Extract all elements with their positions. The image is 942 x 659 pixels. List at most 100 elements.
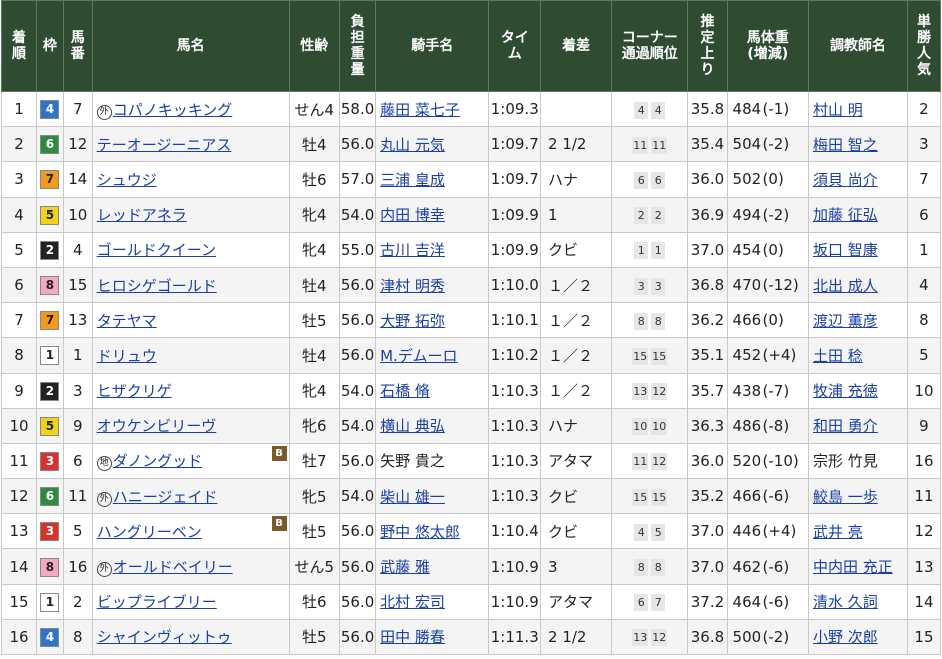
trainer-name-link[interactable]: 中内田 充正 bbox=[813, 558, 893, 576]
waku-badge: 5 bbox=[40, 205, 60, 225]
weight-diff: (-2) bbox=[762, 627, 790, 646]
jockey-name-link[interactable]: 三浦 皇成 bbox=[380, 171, 445, 189]
horse-name-link[interactable]: テーオージーニアス bbox=[97, 136, 232, 154]
trainer-cell: 宗形 竹見 bbox=[807, 442, 908, 480]
margin-cell: クビ bbox=[540, 478, 613, 515]
horse-name-link[interactable]: オールドベイリー bbox=[113, 558, 233, 576]
waku-cell: 1 bbox=[36, 583, 64, 620]
jockey-name-link[interactable]: 横山 典弘 bbox=[380, 417, 445, 435]
weight-diff: (-7) bbox=[762, 381, 790, 400]
header-sexage[interactable]: 性齢 bbox=[288, 0, 341, 92]
horse-name-link[interactable]: ハングリーベン bbox=[97, 523, 202, 541]
header-rank[interactable]: 着順 bbox=[0, 0, 38, 92]
header-last3f[interactable]: 推定上り bbox=[687, 0, 728, 92]
jockey-name-link[interactable]: 藤田 菜七子 bbox=[380, 101, 460, 119]
horse-cell: オウケンビリーヴ bbox=[91, 407, 290, 444]
trainer-name-link[interactable]: 土田 稔 bbox=[813, 347, 863, 365]
header-trainer[interactable]: 調教師名 bbox=[807, 0, 908, 92]
weight-cell: 520(-10) bbox=[726, 442, 809, 480]
header-horse[interactable]: 馬名 bbox=[91, 0, 290, 92]
waku-badge: 6 bbox=[40, 135, 60, 155]
jockey-name-link[interactable]: 石橋 脩 bbox=[380, 382, 430, 400]
last3f-cell: 36.9 bbox=[687, 196, 728, 233]
header-margin[interactable]: 着差 bbox=[540, 0, 613, 92]
horse-name-link[interactable]: ドリュウ bbox=[97, 347, 157, 365]
last3f-cell: 36.8 bbox=[687, 618, 728, 656]
jockey-name-link[interactable]: 古川 吉洋 bbox=[380, 241, 445, 259]
jockey-name-link[interactable]: 北村 宏司 bbox=[380, 593, 445, 611]
header-waku[interactable]: 枠 bbox=[36, 0, 64, 92]
trainer-name-link[interactable]: 鮫島 一歩 bbox=[813, 488, 878, 506]
jockey-name-link[interactable]: 丸山 元気 bbox=[380, 136, 445, 154]
weight-cell: 446(+4) bbox=[726, 513, 809, 550]
trainer-name-link[interactable]: 村山 明 bbox=[813, 101, 863, 119]
popularity-cell: 9 bbox=[906, 407, 942, 444]
jockey-name-link[interactable]: 津村 明秀 bbox=[380, 277, 445, 295]
umaban-cell: 4 bbox=[62, 231, 93, 268]
body-weight: 446 bbox=[732, 522, 762, 541]
corner-position: 8 bbox=[634, 312, 649, 330]
horse-name-link[interactable]: シュウジ bbox=[97, 171, 157, 189]
trainer-name-link[interactable]: 北出 成人 bbox=[813, 277, 878, 295]
jockey-name-link[interactable]: 田中 勝春 bbox=[380, 628, 445, 646]
header-time[interactable]: タイム bbox=[488, 0, 542, 92]
trainer-name-link[interactable]: 渡辺 薫彦 bbox=[813, 312, 878, 330]
trainer-name-link[interactable]: 和田 勇介 bbox=[813, 417, 878, 435]
horse-name-link[interactable]: ヒロシゲゴールド bbox=[97, 277, 217, 295]
margin-cell: クビ bbox=[540, 513, 613, 550]
trainer-name-link[interactable]: 武井 亮 bbox=[813, 523, 863, 541]
last3f-cell: 35.7 bbox=[687, 372, 728, 409]
jockey-name-link[interactable]: 内田 博幸 bbox=[380, 206, 445, 224]
jockey-cell: 三浦 皇成 bbox=[375, 161, 490, 198]
horse-name-link[interactable]: タテヤマ bbox=[97, 312, 157, 330]
horse-name-link[interactable]: ヒザクリゲ bbox=[97, 382, 172, 400]
popularity-cell: 6 bbox=[906, 196, 942, 233]
trainer-name-link[interactable]: 加藤 征弘 bbox=[813, 206, 878, 224]
header-weight[interactable]: 馬体重 (増減) bbox=[726, 0, 809, 92]
trainer-name-link[interactable]: 梅田 智之 bbox=[813, 136, 878, 154]
horse-cell: テーオージーニアス bbox=[91, 126, 290, 163]
jockey-name-link[interactable]: 柴山 雄一 bbox=[380, 488, 445, 506]
waku-cell: 6 bbox=[36, 126, 64, 163]
jockey-cell: M.デムーロ bbox=[375, 337, 490, 374]
load-cell: 56.0 bbox=[339, 583, 377, 620]
jockey-name-link[interactable]: 大野 拓弥 bbox=[380, 312, 445, 330]
waku-badge: 5 bbox=[40, 416, 60, 436]
trainer-name-link[interactable]: 小野 次郎 bbox=[813, 628, 878, 646]
sex-age-cell: 牡6 bbox=[288, 583, 341, 620]
corner-position: 4 bbox=[634, 523, 649, 541]
horse-name-link[interactable]: ゴールドクイーン bbox=[97, 241, 216, 259]
trainer-name-link[interactable]: 清水 久詞 bbox=[813, 593, 878, 611]
horse-name-link[interactable]: オウケンビリーヴ bbox=[97, 417, 217, 435]
horse-name-link[interactable]: コパノキッキング bbox=[113, 101, 233, 119]
jockey-cell: 石橋 脩 bbox=[375, 372, 490, 409]
horse-name-link[interactable]: シャインヴィットゥ bbox=[97, 628, 232, 646]
header-jockey[interactable]: 騎手名 bbox=[375, 0, 490, 92]
header-row: 着順 枠 馬番 馬名 性齢 負担重量 騎手名 タイム 着差 コーナー 通過順位 推… bbox=[0, 0, 942, 92]
trainer-name-link[interactable]: 牧浦 充徳 bbox=[813, 382, 878, 400]
header-umaban[interactable]: 馬番 bbox=[62, 0, 93, 92]
umaban-cell: 5 bbox=[62, 513, 93, 550]
weight-diff: (0) bbox=[762, 240, 784, 259]
horse-cell: 外オールドベイリー bbox=[91, 548, 290, 585]
horse-name-link[interactable]: ビップライブリー bbox=[97, 593, 217, 611]
header-corner[interactable]: コーナー 通過順位 bbox=[611, 0, 689, 92]
trainer-cell: 和田 勇介 bbox=[807, 407, 908, 444]
last3f-cell: 37.0 bbox=[687, 231, 728, 268]
last3f-cell: 35.8 bbox=[687, 90, 728, 128]
waku-cell: 7 bbox=[36, 302, 64, 339]
horse-cell: ハングリーベン B bbox=[91, 513, 290, 550]
horse-name-link[interactable]: ダノングッド bbox=[113, 452, 203, 470]
jockey-name-link[interactable]: 武藤 雅 bbox=[380, 558, 430, 576]
body-weight: 520 bbox=[732, 451, 762, 470]
header-pop[interactable]: 単勝人気 bbox=[906, 0, 942, 92]
header-load[interactable]: 負担重量 bbox=[339, 0, 377, 92]
jockey-name-link[interactable]: 野中 悠太郎 bbox=[380, 523, 460, 541]
trainer-name-link[interactable]: 坂口 智康 bbox=[813, 241, 878, 259]
horse-name-link[interactable]: レッドアネラ bbox=[97, 206, 187, 224]
corner-cell: 88 bbox=[611, 302, 689, 339]
jockey-name-link[interactable]: M.デムーロ bbox=[380, 347, 457, 365]
trainer-name-link[interactable]: 須貝 尚介 bbox=[813, 171, 878, 189]
rank-cell: 5 bbox=[0, 231, 38, 268]
horse-name-link[interactable]: ハニージェイド bbox=[113, 488, 218, 506]
